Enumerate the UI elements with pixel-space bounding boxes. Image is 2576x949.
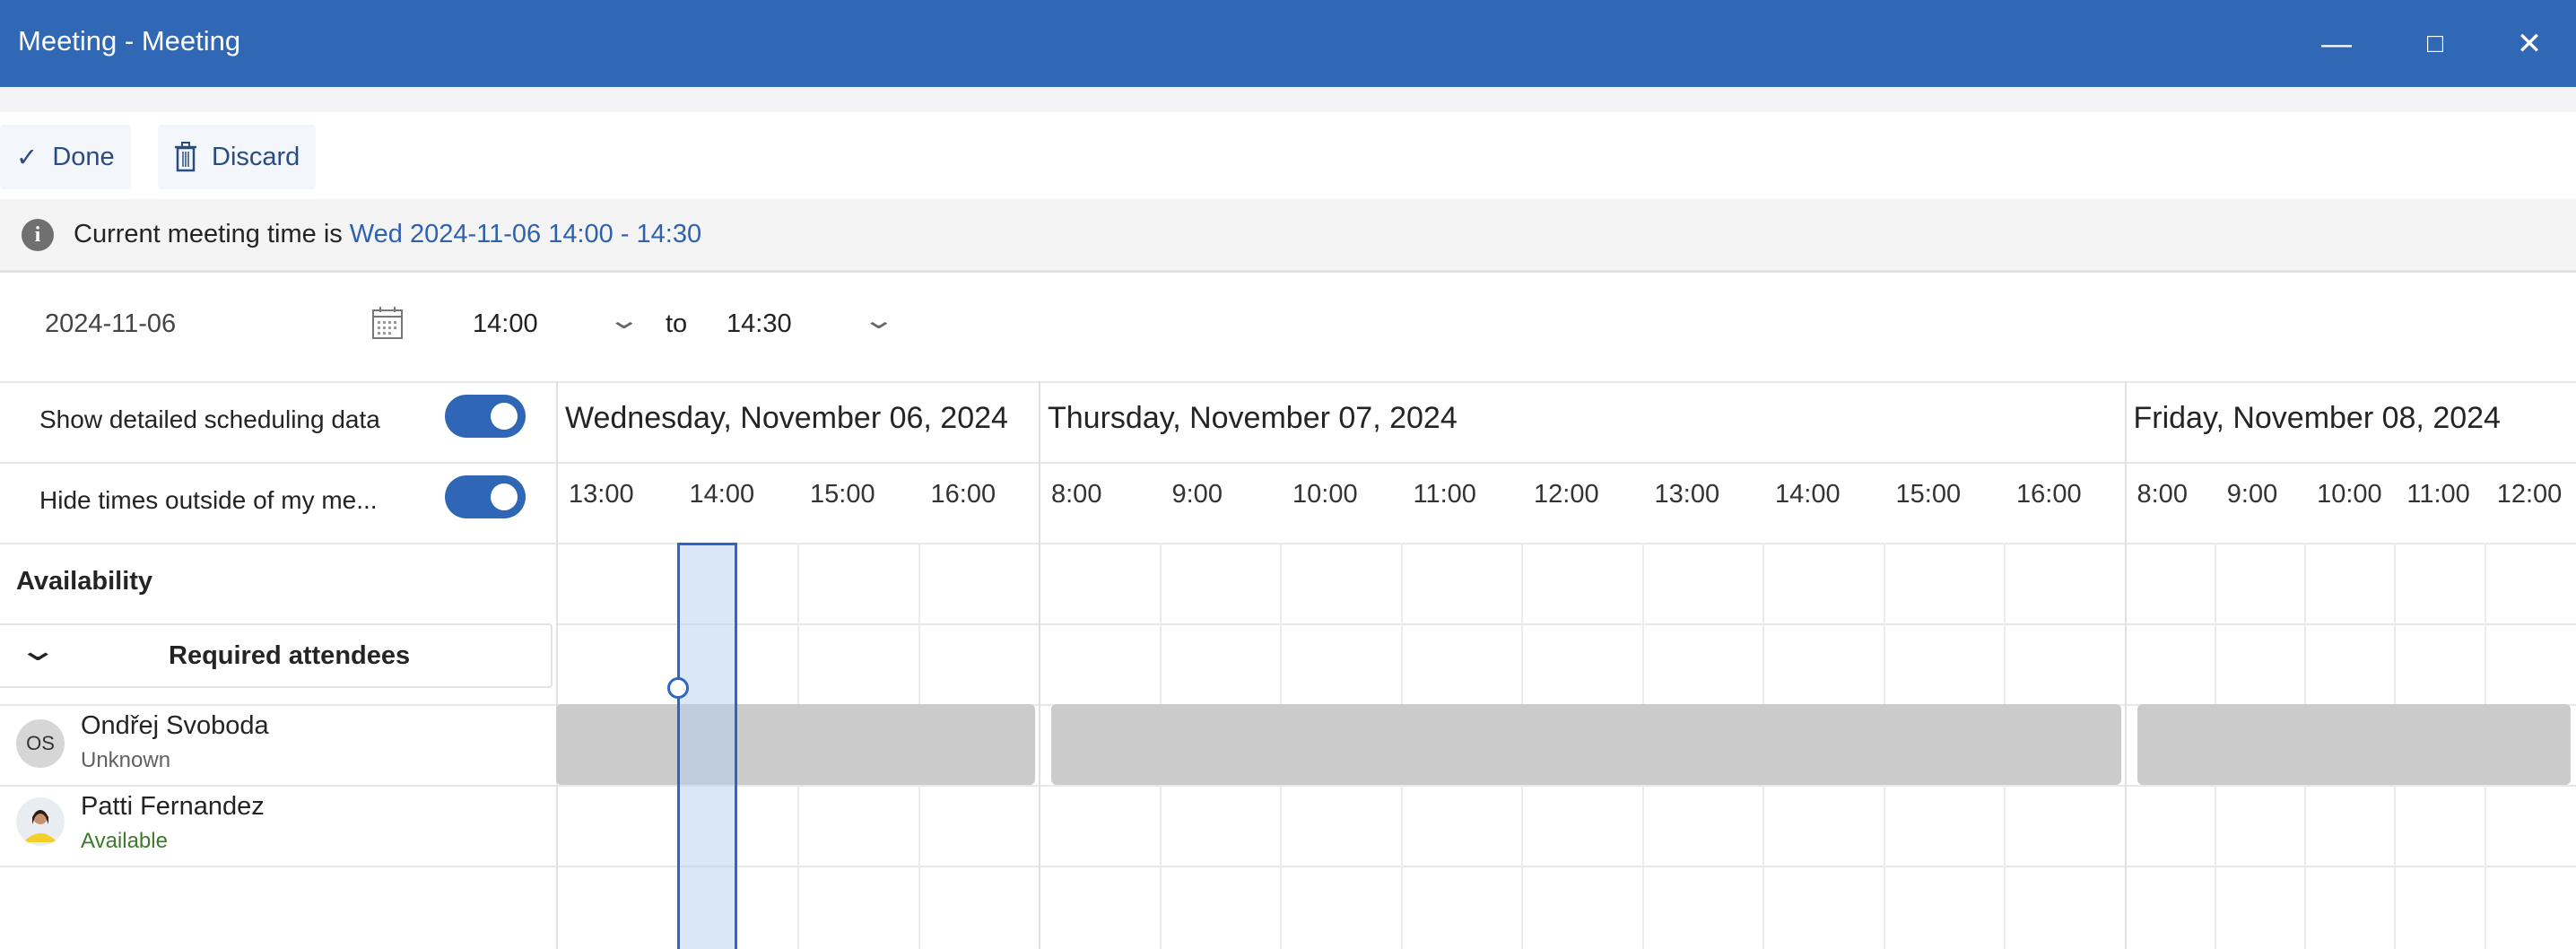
busy-block bbox=[1051, 704, 2121, 785]
day-header: Wednesday, November 06, 2024 bbox=[565, 401, 1008, 435]
busy-block bbox=[556, 704, 1035, 785]
hide-outside-label: Hide times outside of my me... bbox=[39, 486, 378, 514]
hour-label: 15:00 bbox=[1895, 480, 1962, 509]
attendee-status: Unknown bbox=[81, 748, 171, 772]
day-header: Thursday, November 07, 2024 bbox=[1048, 401, 1458, 435]
hour-label: 15:00 bbox=[810, 480, 875, 509]
scheduling-grid[interactable]: Wednesday, November 06, 2024 13:00 14:00 15… bbox=[556, 381, 2576, 949]
hour-label: 8:00 bbox=[2137, 480, 2188, 509]
required-attendees-group[interactable]: ⌄ Required attendees bbox=[0, 623, 553, 688]
hour-label: 8:00 bbox=[1051, 480, 1102, 509]
meeting-time-block[interactable] bbox=[676, 543, 737, 949]
date-field[interactable]: 2024-11-06 bbox=[45, 309, 176, 339]
chevron-down-icon[interactable]: ⌄ bbox=[17, 632, 58, 668]
hour-label: 9:00 bbox=[2226, 480, 2278, 509]
avatar bbox=[16, 797, 65, 846]
divider bbox=[0, 87, 2576, 112]
show-detailed-toggle[interactable] bbox=[445, 395, 526, 438]
group-label: Required attendees bbox=[169, 641, 411, 670]
discard-button[interactable]: Discard bbox=[158, 125, 317, 189]
hour-label: 16:00 bbox=[930, 480, 996, 509]
chevron-down-icon[interactable]: ⌄ bbox=[607, 305, 641, 335]
maximize-icon[interactable]: □ bbox=[2413, 22, 2458, 66]
calendar-icon[interactable] bbox=[371, 306, 404, 340]
start-time-select[interactable]: 14:00 bbox=[473, 309, 538, 339]
avatar: OS bbox=[16, 719, 65, 768]
done-button[interactable]: ✓ Done bbox=[0, 125, 131, 189]
attendee-name: Ondřej Svoboda bbox=[81, 711, 269, 740]
info-text: Current meeting time is bbox=[74, 220, 343, 248]
discard-label: Discard bbox=[212, 142, 300, 171]
hour-label: 13:00 bbox=[569, 480, 634, 509]
hour-label: 16:00 bbox=[2016, 480, 2082, 509]
end-time-select[interactable]: 14:30 bbox=[727, 309, 792, 339]
hour-label: 9:00 bbox=[1171, 480, 1223, 509]
hour-label: 12:00 bbox=[2496, 480, 2563, 509]
hour-label: 10:00 bbox=[2317, 480, 2382, 509]
info-icon: i bbox=[22, 218, 54, 251]
day-divider bbox=[1039, 381, 1040, 949]
hour-label: 11:00 bbox=[2406, 480, 2470, 509]
window-title: Meeting - Meeting bbox=[18, 25, 241, 57]
day-divider bbox=[556, 381, 558, 949]
done-label: Done bbox=[52, 142, 115, 171]
chevron-down-icon[interactable]: ⌄ bbox=[862, 305, 896, 335]
meeting-time-link[interactable]: Wed 2024-11-06 14:00 - 14:30 bbox=[350, 220, 701, 249]
day-divider bbox=[2124, 381, 2127, 949]
hour-label: 12:00 bbox=[1534, 480, 1599, 509]
busy-block bbox=[2137, 704, 2571, 785]
day-header: Friday, November 08, 2024 bbox=[2133, 401, 2501, 435]
hour-label: 10:00 bbox=[1292, 480, 1358, 509]
hour-label: 11:00 bbox=[1413, 480, 1476, 509]
trash-icon bbox=[175, 142, 196, 172]
checkmark-icon: ✓ bbox=[16, 143, 39, 172]
show-detailed-label: Show detailed scheduling data bbox=[39, 405, 380, 433]
info-bar: i Current meeting time is Wed 2024-11-06… bbox=[0, 199, 2576, 273]
availability-heading: Availability bbox=[16, 567, 153, 596]
hour-label: 13:00 bbox=[1654, 480, 1720, 509]
hour-label: 14:00 bbox=[689, 480, 755, 509]
title-bar: Meeting - Meeting — □ ✕ bbox=[0, 0, 2576, 87]
resize-handle[interactable] bbox=[666, 677, 689, 699]
hour-label: 14:00 bbox=[1775, 480, 1841, 509]
attendee-status: Available bbox=[81, 829, 168, 853]
hide-outside-toggle[interactable] bbox=[445, 475, 526, 518]
attendee-name: Patti Fernandez bbox=[81, 792, 265, 821]
minimize-icon[interactable]: — bbox=[2314, 22, 2359, 66]
to-label: to bbox=[666, 309, 688, 338]
close-icon[interactable]: ✕ bbox=[2507, 22, 2552, 66]
